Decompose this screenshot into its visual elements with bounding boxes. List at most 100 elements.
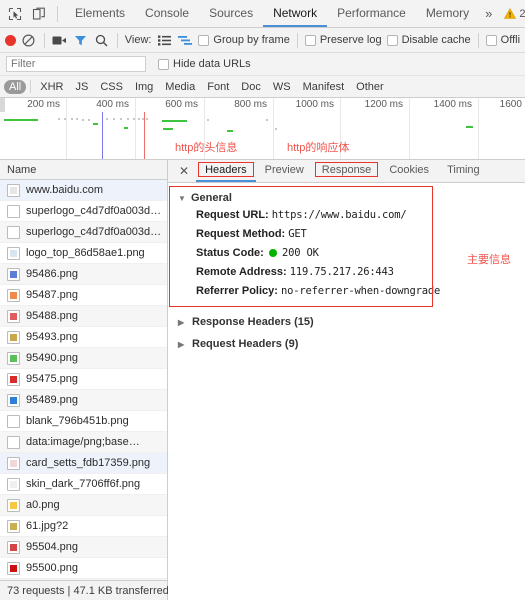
tab-preview[interactable]: Preview: [256, 160, 313, 182]
inspect-tools: [0, 0, 65, 27]
response-headers-section[interactable]: ▶ Response Headers (15): [178, 311, 525, 333]
waterfall-view-icon[interactable]: [177, 32, 193, 48]
overview-scroll-handle[interactable]: [0, 98, 5, 112]
type-filter-img[interactable]: Img: [130, 80, 158, 94]
tab-headers[interactable]: Headers: [196, 160, 256, 182]
tab-network[interactable]: Network: [263, 0, 328, 27]
request-list[interactable]: www.baidu.com superlogo_c4d7df0a003d3db.…: [0, 180, 167, 580]
type-filter-doc[interactable]: Doc: [236, 80, 266, 94]
tab-console-label: Console: [145, 5, 190, 20]
request-row-10[interactable]: 95489.png: [0, 390, 167, 411]
tab-memory-label: Memory: [425, 5, 470, 20]
tab-response[interactable]: Response: [313, 160, 381, 182]
record-button-icon[interactable]: [5, 34, 16, 46]
type-filter-manifest[interactable]: Manifest: [298, 80, 350, 94]
request-row-2[interactable]: superlogo_c4d7df0a003d3db...: [0, 222, 167, 243]
request-row-15[interactable]: a0.png: [0, 495, 167, 516]
overview-bar: [93, 123, 98, 125]
disable-cache-checkbox[interactable]: Disable cache: [386, 34, 471, 46]
list-view-icon[interactable]: [156, 32, 172, 48]
request-row-9[interactable]: 95475.png: [0, 369, 167, 390]
type-filter-media[interactable]: Media: [160, 80, 200, 94]
clear-icon[interactable]: [21, 32, 37, 48]
request-name: 95500.png: [26, 562, 78, 574]
request-row-1[interactable]: superlogo_c4d7df0a003d3db...: [0, 201, 167, 222]
preserve-log-checkbox[interactable]: Preserve log: [304, 34, 382, 46]
search-icon[interactable]: [94, 32, 110, 48]
offline-box[interactable]: [485, 34, 497, 46]
annotation-main-info: 主要信息: [467, 254, 511, 266]
image-icon: [7, 456, 20, 470]
tab-elements[interactable]: Elements: [65, 0, 135, 27]
request-row-0[interactable]: www.baidu.com: [0, 180, 167, 201]
type-filter-all[interactable]: All: [4, 79, 27, 94]
more-tabs-icon[interactable]: »: [479, 6, 498, 21]
hide-data-urls-checkbox[interactable]: Hide data URLs: [158, 58, 251, 70]
request-row-3[interactable]: logo_top_86d58ae1.png: [0, 243, 167, 264]
offline-checkbox[interactable]: Offli: [485, 34, 520, 46]
hide-data-urls-label: Hide data URLs: [173, 58, 251, 70]
network-overview[interactable]: 200 ms 400 ms 600 ms 800 ms 1000 ms 1200…: [0, 98, 525, 160]
overview-tick-800: 800 ms: [234, 99, 267, 110]
hide-data-urls-box[interactable]: [158, 58, 169, 70]
type-filter-ws[interactable]: WS: [268, 80, 296, 94]
request-row-18[interactable]: 95500.png: [0, 558, 167, 579]
tab-network-label: Network: [273, 5, 318, 20]
tab-console[interactable]: Console: [135, 0, 199, 27]
tab-performance[interactable]: Performance: [327, 0, 416, 27]
type-filter-xhr[interactable]: XHR: [35, 80, 68, 94]
preserve-log-box[interactable]: [304, 34, 316, 46]
filter-input[interactable]: [6, 56, 146, 72]
remote-address-key: Remote Address:: [196, 266, 287, 278]
tab-sources[interactable]: Sources: [199, 0, 263, 27]
image-icon: [7, 414, 20, 428]
group-by-frame-box[interactable]: [198, 34, 210, 46]
disable-cache-box[interactable]: [386, 34, 398, 46]
request-summary-status: 73 requests | 47.1 KB transferred ...: [0, 580, 181, 600]
devtools-window: Elements Console Sources Network Perform…: [0, 0, 525, 600]
filter-funnel-icon[interactable]: [73, 32, 89, 48]
chevron-right-icon[interactable]: ▶: [178, 340, 186, 349]
type-filter-font[interactable]: Font: [202, 80, 234, 94]
request-row-11[interactable]: blank_796b451b.png: [0, 411, 167, 432]
warning-badge[interactable]: 2: [500, 8, 525, 20]
request-row-7[interactable]: 95493.png: [0, 327, 167, 348]
image-icon: [7, 204, 20, 218]
request-row-16[interactable]: 61.jpg?2: [0, 516, 167, 537]
chevron-down-icon[interactable]: ▼: [178, 194, 186, 203]
tab-timing[interactable]: Timing: [438, 160, 489, 182]
overview-bar: [227, 130, 233, 132]
request-row-5[interactable]: 95487.png: [0, 285, 167, 306]
tab-cookies[interactable]: Cookies: [380, 160, 438, 182]
request-row-6[interactable]: 95488.png: [0, 306, 167, 327]
netbar-divider-3: [296, 32, 298, 48]
tab-memory[interactable]: Memory: [416, 0, 479, 27]
request-row-4[interactable]: 95486.png: [0, 264, 167, 285]
image-icon: [7, 519, 20, 533]
general-section-header[interactable]: ▼ General: [178, 190, 525, 206]
capture-screenshots-icon[interactable]: [52, 32, 68, 48]
overview-bar: [162, 120, 187, 122]
request-method-key: Request Method:: [196, 228, 286, 240]
request-row-14[interactable]: skin_dark_7706ff6f.png: [0, 474, 167, 495]
group-by-frame-checkbox[interactable]: Group by frame: [198, 34, 290, 46]
request-row-13[interactable]: card_setts_fdb17359.png: [0, 453, 167, 474]
request-row-17[interactable]: 95504.png: [0, 537, 167, 558]
inspect-element-icon[interactable]: [6, 5, 24, 23]
type-filter-other[interactable]: Other: [351, 80, 389, 94]
request-name: 95504.png: [26, 541, 78, 553]
image-icon: [7, 540, 20, 554]
type-filter-js[interactable]: JS: [70, 80, 93, 94]
column-header-name[interactable]: Name: [0, 160, 167, 180]
request-row-8[interactable]: 95490.png: [0, 348, 167, 369]
request-name: data:image/png;base…: [26, 436, 140, 448]
request-row-12[interactable]: data:image/png;base…: [0, 432, 167, 453]
type-filter-css[interactable]: CSS: [95, 80, 128, 94]
device-toolbar-icon[interactable]: [30, 5, 48, 23]
request-headers-section[interactable]: ▶ Request Headers (9): [178, 333, 525, 355]
request-name: www.baidu.com: [26, 184, 104, 196]
toolbar-divider: [57, 5, 58, 22]
network-body: Name www.baidu.com superlogo_c4d7df0a003…: [0, 160, 525, 600]
chevron-right-icon[interactable]: ▶: [178, 318, 186, 327]
detail-close-icon[interactable]: ✕: [172, 160, 196, 182]
